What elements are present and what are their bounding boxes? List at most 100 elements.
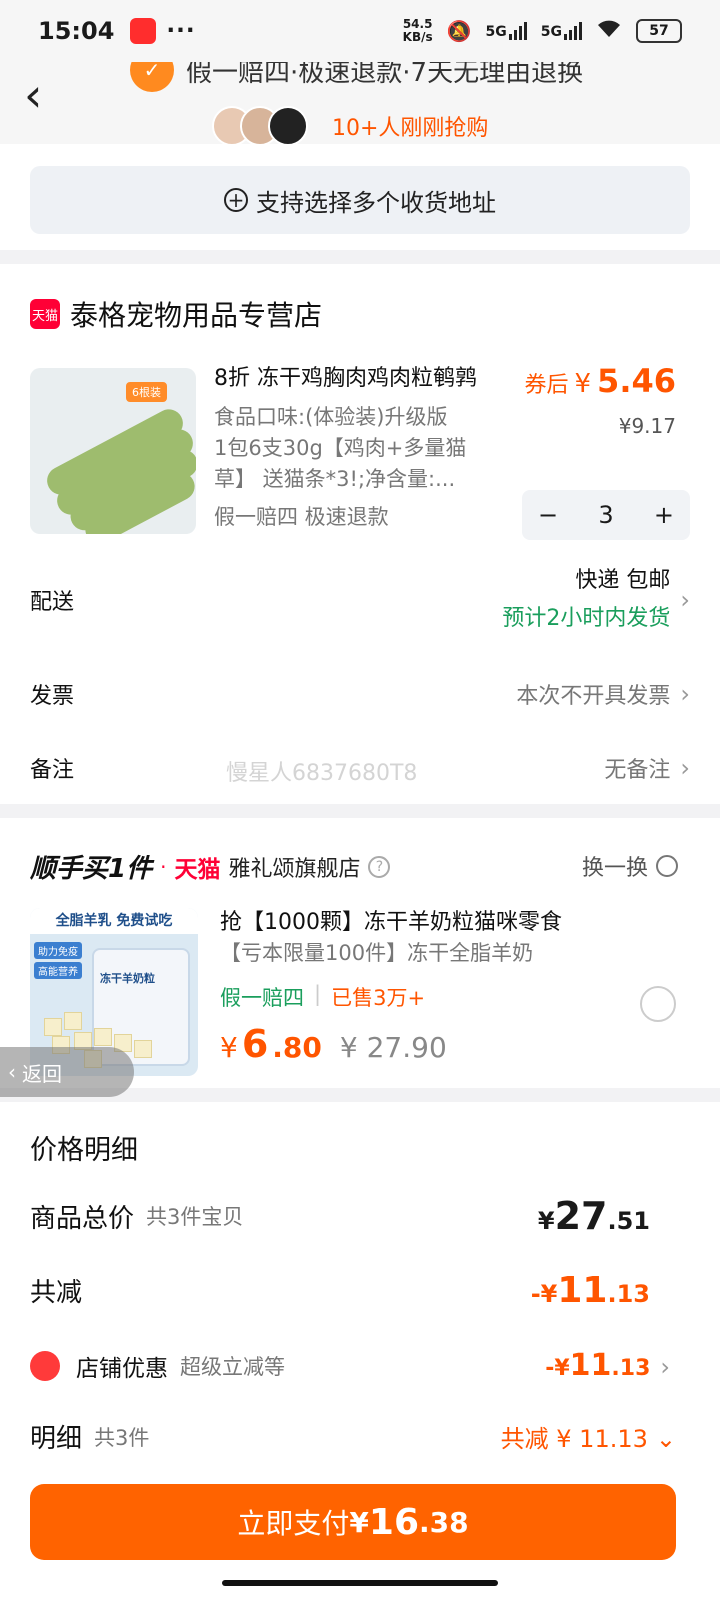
total-sub: 共3件宝贝 (146, 1205, 244, 1229)
chevron-right-icon: › (660, 1353, 670, 1381)
swap-button[interactable]: 换一换 (582, 850, 678, 882)
guarantee-banner: ✓ 假一赔四·极速退款·7天无理由退换 (130, 62, 583, 92)
increase-button[interactable]: + (654, 501, 674, 529)
invoice-label: 发票 (30, 684, 75, 709)
quantity-stepper: − 3 + (522, 490, 690, 540)
pay-dec: .38 (419, 1505, 469, 1539)
after-coupon-label: 券后 (524, 373, 569, 398)
total-label: 商品总价 (30, 1203, 135, 1234)
detail-row[interactable]: 明细 共3件 共减 ¥ 11.13 ⌄ (30, 1418, 676, 1455)
price-detail-title: 价格明细 (30, 1135, 138, 1166)
quantity-value[interactable]: 3 (598, 501, 613, 529)
spec-line: 草】 送猫条*3!;净含量:... (214, 467, 456, 491)
wifi-icon (596, 19, 622, 44)
shop-discount-label: 店铺优惠 (76, 1355, 168, 1382)
chevron-right-icon: › (680, 680, 690, 708)
total-int: 27 (554, 1194, 608, 1238)
plus-circle-icon: + (224, 188, 248, 212)
network-speed: 54.5 KB/s (403, 18, 433, 44)
avatar (268, 106, 308, 144)
store-icon (30, 1350, 60, 1381)
price-int: 6 (241, 1022, 269, 1066)
return-label: 返回 (22, 1061, 62, 1086)
tmall-icon: 天猫 (30, 299, 60, 329)
remark-label: 备注 (30, 758, 75, 783)
reduce-row: 共减 -¥ 11 .13 (30, 1270, 650, 1311)
reduce-prefix: -¥ (530, 1280, 558, 1308)
pay-now-button[interactable]: 立即支付 ¥ 16 .38 (30, 1484, 676, 1560)
add-on-brand: 顺手买1件 (30, 854, 153, 884)
address-card: + 支持选择多个收货地址 (0, 144, 720, 250)
tmall-label: 天猫 (174, 856, 221, 883)
spec-line: 1包6支30g【鸡肉+多量猫 (214, 436, 467, 460)
detail-sub: 共3件 (94, 1425, 150, 1450)
product-image-tag: 6根装 (126, 382, 167, 402)
reduce-label: 共减 (30, 1278, 83, 1308)
status-time: 15:04 (38, 17, 115, 45)
separator-dot: · (160, 854, 167, 879)
decrease-button[interactable]: − (538, 501, 558, 529)
reduce-dec: .13 (607, 1280, 650, 1308)
double-chevron-down-icon: ⌄ (655, 1425, 676, 1453)
detail-value: 共减 ¥ 11.13 (500, 1425, 648, 1453)
delivery-row[interactable]: 配送 快递 包邮 预计2小时内发货 › (30, 562, 690, 638)
product-image[interactable]: 6根装 (30, 368, 196, 534)
more-notifications-icon: ··· (166, 18, 196, 44)
add-on-title[interactable]: 抢【1000颗】冻干羊奶粒猫咪零食 (220, 904, 562, 936)
currency-symbol: ¥ (537, 1207, 555, 1235)
mute-icon: 🔕 (446, 19, 472, 43)
remark-row[interactable]: 备注 无备注 › (30, 748, 690, 788)
product-title[interactable]: 8折 冻干鸡胸肉鸡肉粒鹌鹑 (214, 360, 477, 392)
multi-address-button[interactable]: + 支持选择多个收货地址 (30, 166, 690, 234)
signal-5g-2: 5G (541, 22, 582, 40)
home-indicator[interactable] (222, 1580, 498, 1586)
add-on-price: ¥ 6 .80 ¥ 27.90 (220, 1022, 447, 1066)
swap-label: 换一换 (581, 856, 648, 881)
signal-5g-1: 5G (486, 22, 527, 40)
add-on-tag: 假一赔四 (220, 986, 304, 1010)
shop-discount-row[interactable]: 店铺优惠 超级立减等 -¥ 11 .13 › (30, 1348, 670, 1383)
chevron-right-icon: › (680, 754, 690, 782)
remark-value: 无备注 (604, 758, 671, 783)
signal-5g-2-label: 5G (540, 24, 562, 40)
return-button[interactable]: ‹ 返回 (0, 1047, 134, 1097)
network-speed-unit: KB/s (402, 30, 433, 44)
price-dec: .80 (272, 1031, 322, 1064)
shop-discount-sub: 超级立减等 (180, 1354, 285, 1379)
delivery-label: 配送 (30, 590, 75, 615)
app-notification-icon (130, 18, 157, 44)
total-dec: .51 (607, 1207, 650, 1235)
add-on-shop-name[interactable]: 雅礼颂旗舰店 (228, 851, 360, 883)
shop-discount-int: 11 (569, 1348, 612, 1383)
page-header: ‹ ✓ 假一赔四·极速退款·7天无理由退换 10+人刚刚抢购 (0, 62, 720, 144)
guarantee-text: 假一赔四·极速退款·7天无理由退换 (186, 62, 584, 88)
after-coupon-price: 券后 ¥ 5.46 (524, 362, 676, 400)
currency-symbol: ¥ (574, 369, 592, 399)
shop-discount-dec: .13 (611, 1356, 651, 1381)
shop-name[interactable]: 泰格宠物用品专营店 (70, 294, 322, 334)
invoice-row[interactable]: 发票 本次不开具发票 › (30, 674, 690, 714)
service-tags: 假一赔四 极速退款 (214, 505, 389, 529)
shop-order-card: 天猫 泰格宠物用品专营店 6根装 8折 冻干鸡胸肉鸡肉粒鹌鹑 券后 ¥ 5.46… (0, 264, 720, 804)
pay-int: 16 (368, 1501, 419, 1543)
help-icon[interactable]: ? (368, 855, 391, 878)
multi-address-label: 支持选择多个收货地址 (256, 188, 496, 217)
shield-icon: ✓ (130, 62, 174, 92)
total-row: 商品总价 共3件宝贝 ¥ 27 .51 (30, 1194, 650, 1238)
delivery-eta: 预计2小时内发货 (502, 606, 671, 631)
pay-bar: 立即支付 ¥ 16 .38 (0, 1474, 720, 1600)
add-on-subtitle: 【亏本限量100件】冻干全脂羊奶 (220, 941, 534, 965)
shop-discount-prefix: -¥ (545, 1356, 570, 1381)
add-on-select-radio[interactable] (640, 986, 676, 1022)
back-arrow-icon[interactable]: ‹ (24, 72, 42, 118)
add-on-sold-count: 已售3万+ (331, 986, 426, 1010)
product-spec[interactable]: 食品口味:(体验装)升级版 1包6支30g【鸡肉+多量猫 草】 送猫条*3!;净… (214, 402, 514, 495)
recent-buyers-text: 10+人刚刚抢购 (332, 116, 489, 141)
battery-icon: 57 (636, 19, 682, 43)
currency-symbol: ¥ (220, 1031, 238, 1064)
recent-buyers: 10+人刚刚抢购 (212, 106, 488, 144)
signal-5g-1-label: 5G (485, 24, 507, 40)
detail-label: 明细 (30, 1424, 83, 1454)
spec-line: 食品口味:(体验装)升级版 (214, 405, 448, 429)
chevron-left-icon: ‹ (8, 1060, 16, 1084)
